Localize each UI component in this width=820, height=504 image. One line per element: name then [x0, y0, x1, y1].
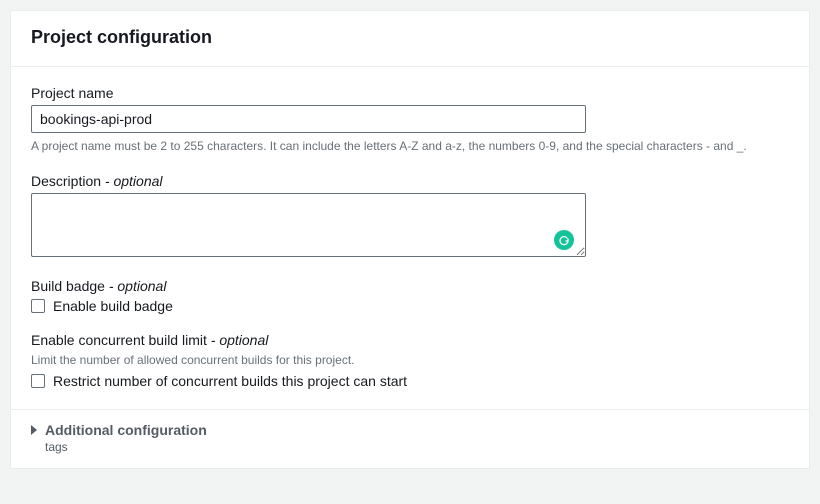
description-wrapper	[31, 193, 586, 260]
card-body: Project name A project name must be 2 to…	[11, 67, 809, 409]
project-name-label: Project name	[31, 85, 789, 101]
grammarly-icon[interactable]	[554, 230, 574, 250]
project-configuration-card: Project configuration Project name A pro…	[10, 10, 810, 469]
build-badge-checkbox-row: Enable build badge	[31, 298, 789, 314]
concurrent-limit-group: Enable concurrent build limit - optional…	[31, 332, 789, 389]
project-name-group: Project name A project name must be 2 to…	[31, 85, 789, 155]
build-badge-group: Build badge - optional Enable build badg…	[31, 278, 789, 314]
concurrent-limit-checkbox[interactable]	[31, 374, 45, 388]
additional-configuration-sub: tags	[45, 440, 789, 454]
project-name-helper: A project name must be 2 to 255 characte…	[31, 138, 789, 155]
card-header: Project configuration	[11, 11, 809, 67]
build-badge-checkbox-label: Enable build badge	[53, 298, 173, 314]
build-badge-checkbox[interactable]	[31, 299, 45, 313]
concurrent-limit-helper: Limit the number of allowed concurrent b…	[31, 352, 789, 369]
card-title: Project configuration	[31, 27, 789, 48]
description-label: Description - optional	[31, 173, 789, 189]
additional-configuration-expander[interactable]: Additional configuration	[31, 422, 789, 438]
concurrent-limit-label: Enable concurrent build limit - optional	[31, 332, 789, 348]
description-group: Description - optional	[31, 173, 789, 260]
concurrent-limit-checkbox-label: Restrict number of concurrent builds thi…	[53, 373, 407, 389]
build-badge-label: Build badge - optional	[31, 278, 789, 294]
description-textarea[interactable]	[31, 193, 586, 257]
concurrent-limit-checkbox-row: Restrict number of concurrent builds thi…	[31, 373, 789, 389]
additional-configuration-label: Additional configuration	[45, 422, 207, 438]
triangle-right-icon	[31, 425, 37, 435]
project-name-input[interactable]	[31, 105, 586, 133]
card-footer: Additional configuration tags	[11, 409, 809, 468]
